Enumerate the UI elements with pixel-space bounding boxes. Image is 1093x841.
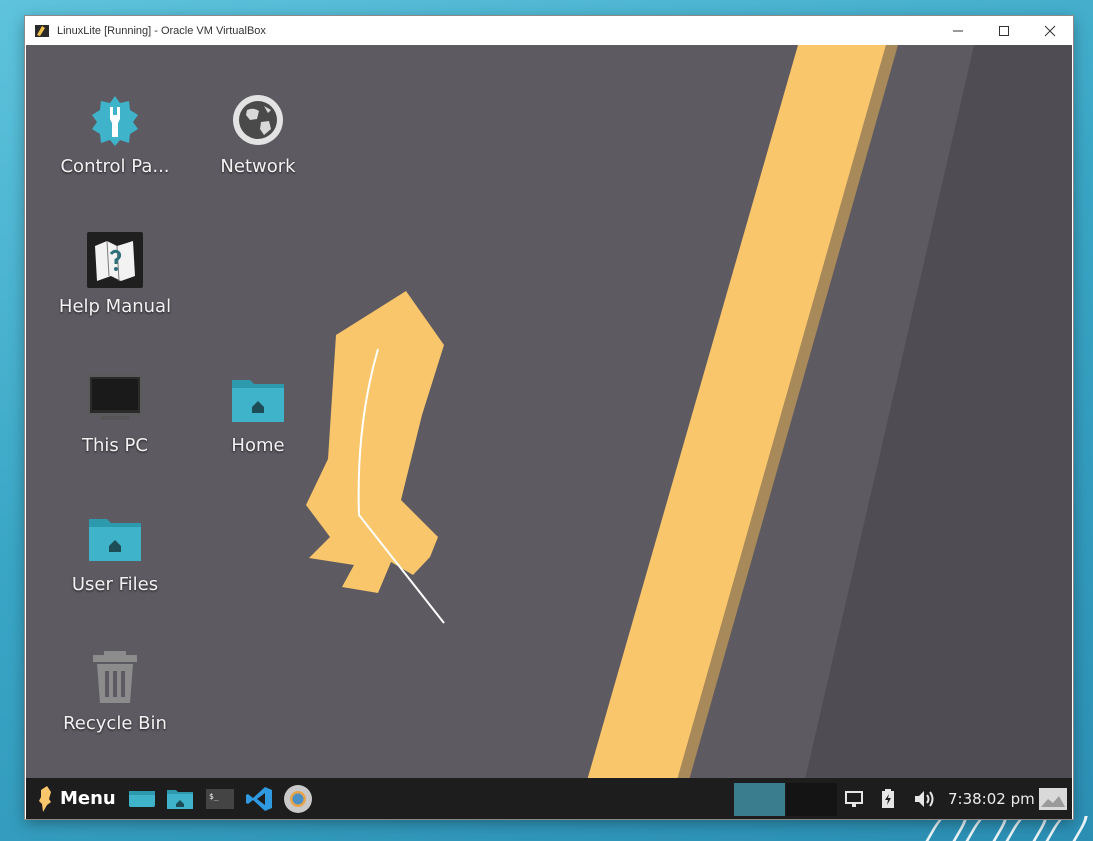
- display-tray[interactable]: [842, 778, 866, 819]
- host-wallpaper-decoration: [923, 816, 1093, 841]
- display-icon: [845, 790, 863, 807]
- desktop-icon-network[interactable]: Network: [193, 90, 323, 177]
- close-button[interactable]: [1027, 16, 1073, 45]
- desktop-icon-home[interactable]: Home: [193, 369, 323, 456]
- globe-icon: [228, 90, 288, 150]
- virtualbox-window: LinuxLite [Running] - Oracle VM VirtualB…: [25, 16, 1073, 819]
- files-icon: [166, 789, 193, 809]
- taskbar: Menu $_ 7:38:02 pm: [26, 778, 1072, 819]
- window-title: LinuxLite [Running] - Oracle VM VirtualB…: [57, 24, 266, 37]
- desktop-wallpaper: [306, 45, 1072, 819]
- desktop-icon-label: Control Pa...: [60, 156, 170, 177]
- terminal-launcher[interactable]: $_: [200, 778, 240, 819]
- file-manager-launcher[interactable]: [160, 778, 200, 819]
- close-icon: [1044, 25, 1056, 36]
- desktop-icon-recycle-bin[interactable]: Recycle Bin: [50, 647, 180, 734]
- user-folder-icon: [85, 508, 145, 568]
- desktop-icon-label: User Files: [71, 574, 159, 595]
- chrome-icon: [283, 784, 312, 813]
- desktop-icon-control-panel[interactable]: Control Pa...: [50, 90, 180, 177]
- maximize-button[interactable]: [981, 16, 1027, 45]
- desktop-icon-label: Help Manual: [58, 296, 172, 317]
- minimize-icon: [953, 30, 963, 31]
- desktop-icon-label: Home: [231, 435, 285, 456]
- chrome-launcher[interactable]: [278, 778, 318, 819]
- desktop-icon-this-pc[interactable]: This PC: [50, 369, 180, 456]
- trash-icon: [85, 647, 145, 707]
- desktop-icon-label: This PC: [82, 435, 148, 456]
- workspace-2[interactable]: [786, 783, 837, 816]
- notification-tray[interactable]: [1037, 778, 1069, 819]
- monitor-icon: [85, 369, 145, 429]
- desktop-icon-help-manual[interactable]: Help Manual: [50, 230, 180, 317]
- clock[interactable]: 7:38:02 pm: [948, 778, 1035, 819]
- minimize-button[interactable]: [935, 16, 981, 45]
- volume-tray[interactable]: [912, 778, 938, 819]
- volume-icon: [915, 790, 934, 807]
- show-desktop-launcher[interactable]: [124, 778, 160, 819]
- menu-label: Menu: [60, 788, 116, 809]
- guest-desktop[interactable]: Control Pa... Network Help Manual This P…: [26, 45, 1072, 819]
- battery-tray[interactable]: [876, 778, 900, 819]
- svg-text:$_: $_: [209, 792, 219, 801]
- desktop-icon-label: Network: [220, 156, 296, 177]
- desktop-icon: [128, 790, 155, 807]
- virtualbox-app-icon: [35, 24, 49, 37]
- help-map-icon: [85, 230, 145, 290]
- desktop-icon-user-files[interactable]: User Files: [50, 508, 180, 595]
- terminal-icon: $_: [205, 788, 234, 809]
- vscode-launcher[interactable]: [240, 778, 278, 819]
- desktop-icon-label: Recycle Bin: [63, 713, 167, 734]
- workspace-1[interactable]: [734, 783, 785, 816]
- battery-icon: [882, 788, 894, 808]
- notification-area-icon: [1039, 787, 1067, 810]
- home-folder-icon: [228, 369, 288, 429]
- gear-wrench-icon: [85, 90, 145, 150]
- vscode-icon: [245, 786, 272, 811]
- maximize-icon: [999, 25, 1009, 36]
- linux-lite-feather-icon: [39, 785, 51, 812]
- window-titlebar[interactable]: LinuxLite [Running] - Oracle VM VirtualB…: [25, 16, 1073, 45]
- menu-button[interactable]: Menu: [38, 778, 124, 819]
